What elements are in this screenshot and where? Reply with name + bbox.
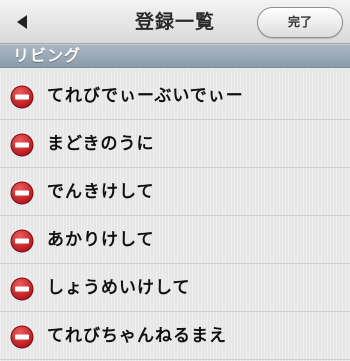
section-label: リビング [13, 46, 82, 65]
list-item-label: あかりけして [47, 230, 155, 250]
delete-minus-icon[interactable] [10, 133, 34, 157]
delete-minus-icon[interactable] [10, 229, 34, 253]
list-item[interactable]: てれびでぃーぶいでぃー [0, 72, 350, 120]
list-item-label: まどきのうに [47, 134, 155, 154]
delete-minus-icon[interactable] [10, 325, 34, 349]
list-item[interactable]: てれびちゃんねるまえ [0, 312, 350, 360]
list-item-label: てれびちゃんねるまえ [47, 326, 227, 346]
page-title: 登録一覧 [134, 11, 215, 33]
list-item-label: てれびでぃーぶいでぃー [47, 86, 244, 106]
section-header: リビング [0, 44, 350, 68]
list-item[interactable]: でんきけして [0, 168, 350, 216]
list-item[interactable]: まどきのうに [0, 120, 350, 168]
list-item[interactable]: しょうめいけして [0, 264, 350, 312]
delete-minus-icon[interactable] [10, 277, 34, 301]
list-item-label: しょうめいけして [47, 278, 191, 298]
delete-minus-icon[interactable] [10, 181, 34, 205]
list-item-label: でんきけして [47, 182, 155, 202]
done-button[interactable]: 完了 [257, 7, 343, 38]
back-button[interactable] [4, 6, 40, 38]
navigation-bar: 登録一覧 完了 [0, 0, 350, 44]
delete-minus-icon[interactable] [10, 85, 34, 109]
list-item[interactable]: あかりけして [0, 216, 350, 264]
back-arrow-icon [17, 15, 27, 29]
device-list: てれびでぃーぶいでぃー まどきのうに でんきけして あかりけして しょうめいけし… [0, 68, 350, 361]
